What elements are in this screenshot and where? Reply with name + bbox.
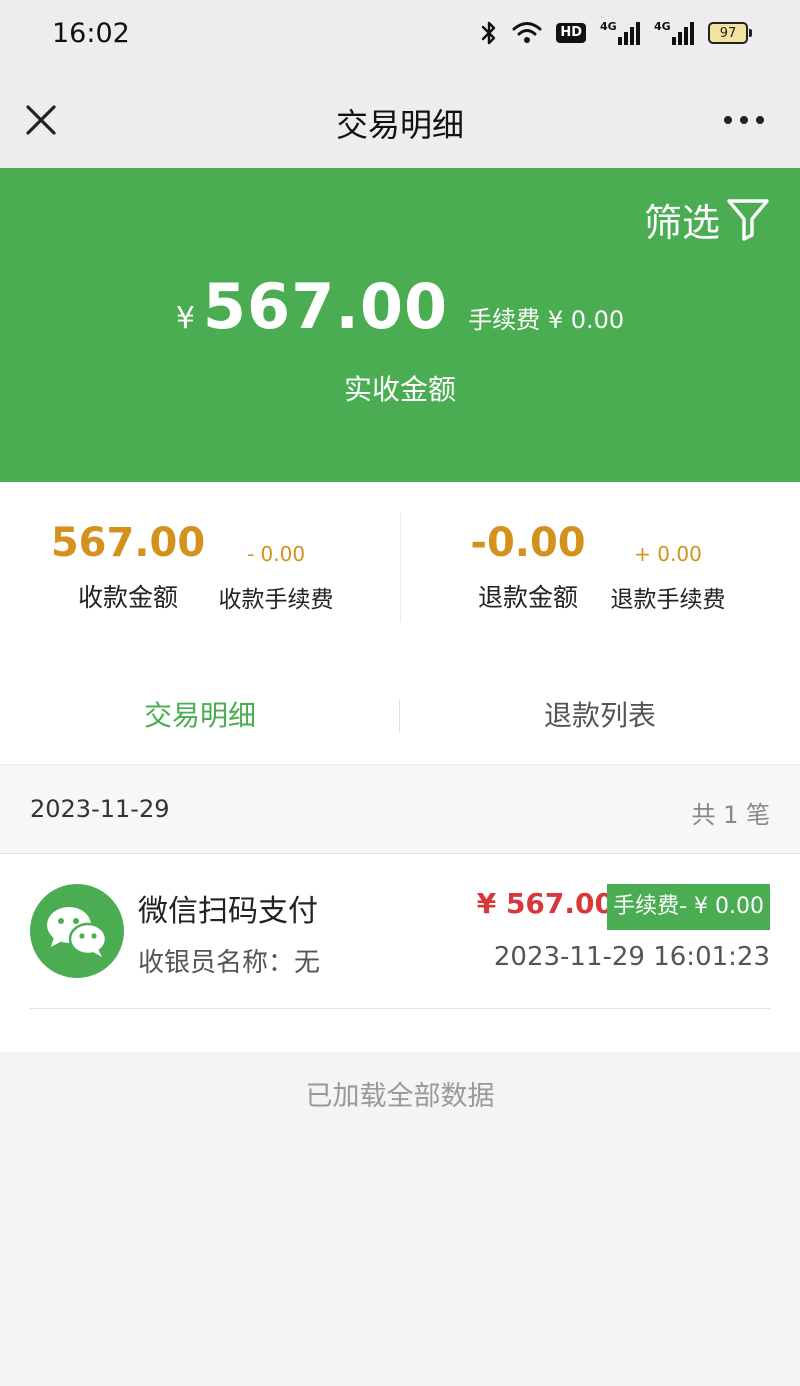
battery-icon: 97	[708, 22, 752, 44]
currency-symbol: ¥	[175, 301, 195, 336]
status-bar: 16:02 HD 4G 4G 97	[0, 0, 800, 72]
page-title: 交易明细	[335, 106, 464, 144]
summary-divider	[400, 512, 401, 622]
filter-label: 筛选	[643, 201, 720, 245]
transaction-time: 2023-11-29 16:01:23	[493, 942, 770, 972]
transaction-row[interactable]: 微信扫码支付 收银员名称：无 ¥ 567.00 手续费- ¥ 0.00 2023…	[30, 854, 770, 1009]
hd-badge: HD	[556, 23, 586, 43]
received-label: 收款金额	[77, 583, 178, 612]
summary-header: 筛选 ¥ 567.00 手续费 ¥ 0.00 实收金额	[0, 168, 800, 482]
refund-fee-block: + 0.00 退款手续费	[598, 542, 738, 614]
fee-text: 手续费 ¥ 0.00	[468, 306, 625, 334]
filter-icon	[726, 195, 770, 245]
tab-refunds[interactable]: 退款列表	[400, 694, 800, 734]
received-fee-block: - 0.00 收款手续费	[206, 542, 346, 614]
fee-badge: 手续费- ¥ 0.00	[607, 884, 770, 930]
filter-button[interactable]: 筛选	[644, 192, 770, 247]
bluetooth-icon	[480, 20, 498, 46]
net-amount-row: ¥ 567.00 手续费 ¥ 0.00	[0, 270, 800, 343]
cashier-name: 收银员名称：无	[138, 948, 321, 978]
received-amount: 567.00	[50, 520, 206, 566]
refund-fee-label: 退款手续费	[610, 587, 726, 613]
refund-amount: -0.00	[470, 520, 586, 566]
received-fee: - 0.00	[246, 542, 306, 566]
group-date: 2023-11-29	[30, 795, 170, 823]
status-time: 16:02	[52, 18, 130, 49]
received-block: 567.00 收款金额	[48, 520, 208, 614]
net-amount-caption: 实收金额	[343, 373, 456, 406]
signal-icon-1: 4G	[600, 20, 640, 45]
summary-panel: 567.00 收款金额 - 0.00 收款手续费 -0.00 退款金额 + 0.…	[0, 482, 800, 652]
payment-method: 微信扫码支付	[138, 894, 318, 929]
battery-level: 97	[708, 22, 748, 44]
wifi-icon	[512, 21, 542, 45]
load-complete-text: 已加载全部数据	[305, 1081, 495, 1112]
refund-label: 退款金额	[477, 583, 578, 612]
signal-icon-2: 4G	[654, 20, 694, 45]
tab-transactions[interactable]: 交易明细	[0, 694, 400, 734]
tab-bar: 交易明细 退款列表	[0, 652, 800, 764]
net-amount: 567.00	[202, 270, 449, 343]
received-fee-label: 收款手续费	[218, 587, 334, 613]
date-group-header: 2023-11-29 共 1 笔	[0, 764, 800, 854]
signal-2-label: 4G	[654, 20, 671, 33]
transaction-amount: ¥ 567.00	[476, 887, 614, 920]
status-icons: HD 4G 4G 97	[480, 20, 752, 46]
signal-1-label: 4G	[600, 20, 617, 33]
wechat-icon	[30, 884, 124, 978]
group-count: 共 1 笔	[691, 801, 770, 829]
nav-bar: 交易明细	[0, 72, 800, 168]
refund-block: -0.00 退款金额	[448, 520, 608, 614]
more-icon[interactable]	[724, 107, 764, 133]
refund-fee: + 0.00	[634, 542, 702, 566]
transaction-list: 微信扫码支付 收银员名称：无 ¥ 567.00 手续费- ¥ 0.00 2023…	[0, 854, 800, 1052]
